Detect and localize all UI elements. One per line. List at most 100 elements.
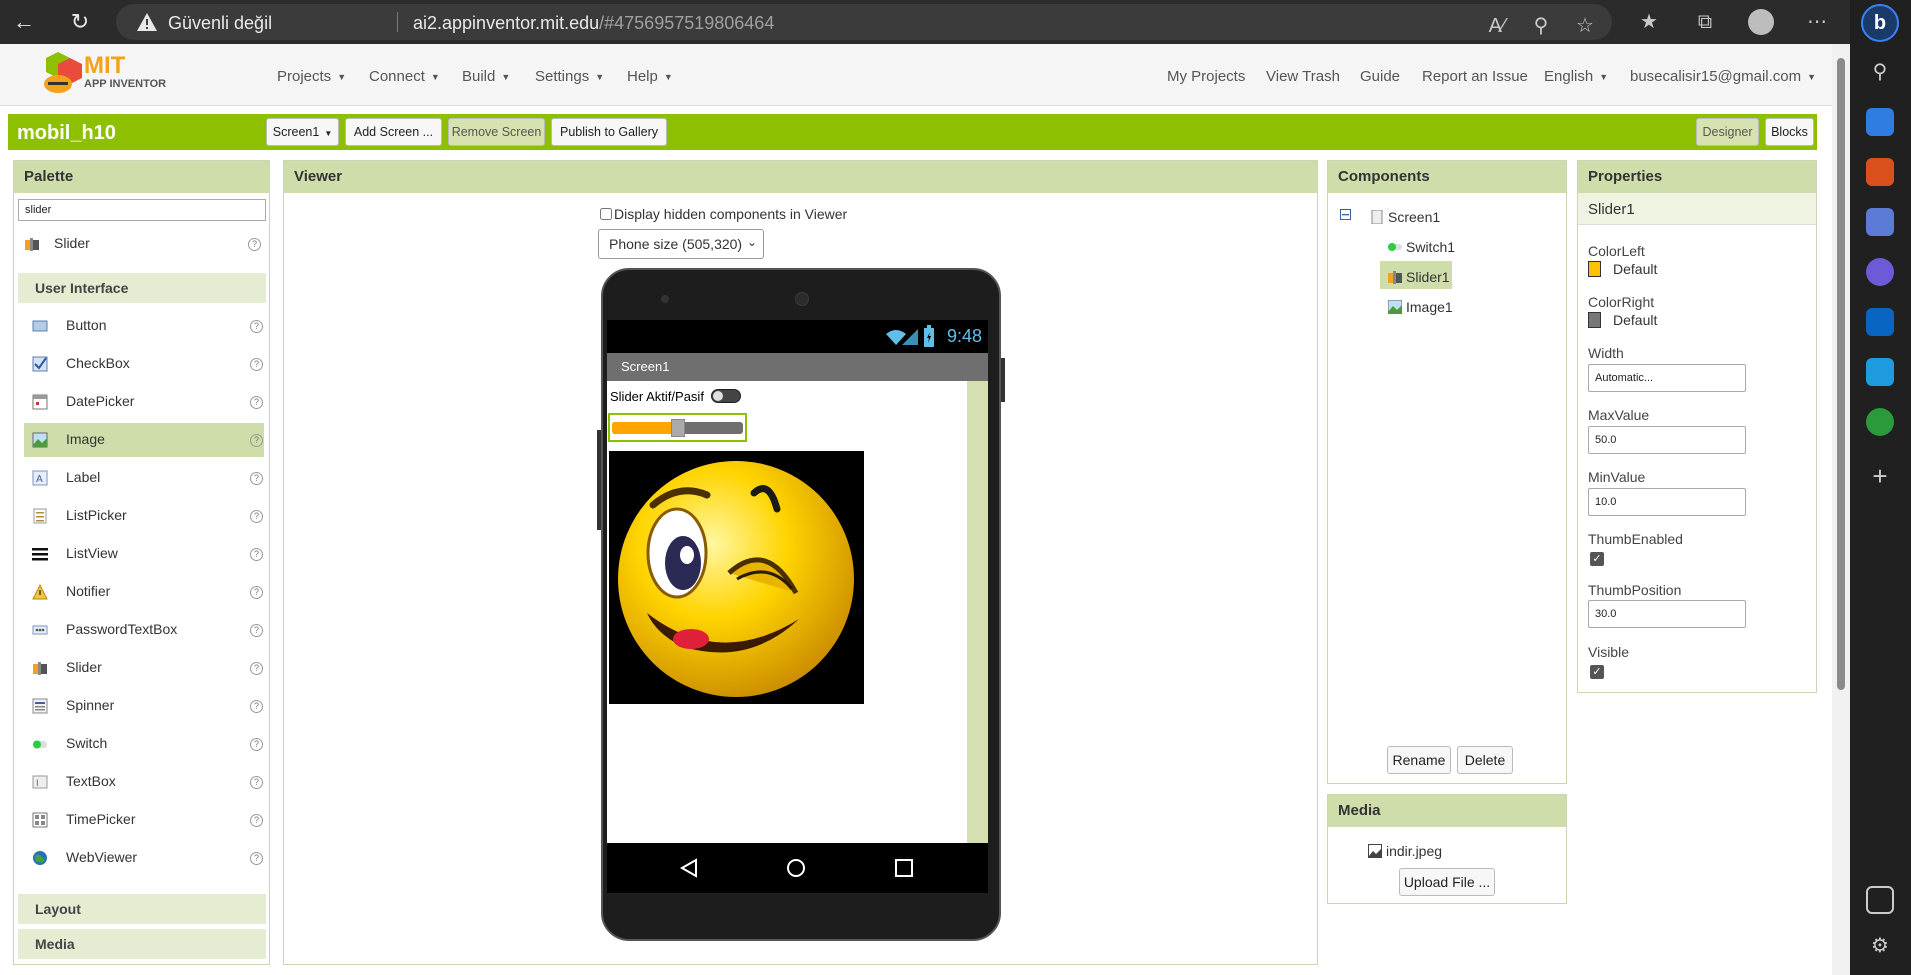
slider1-component[interactable] — [608, 413, 747, 442]
refresh-icon[interactable]: ↻ — [66, 8, 94, 36]
palette-item-image[interactable]: Image? — [24, 423, 264, 457]
tree-item-slider1[interactable]: Slider1 — [1388, 269, 1450, 285]
tree-collapse-icon[interactable] — [1340, 207, 1351, 223]
shopping-icon[interactable] — [1866, 108, 1894, 136]
tree-item-image1[interactable]: Image1 — [1388, 299, 1453, 315]
palette-item-checkbox[interactable]: CheckBox? — [24, 347, 264, 381]
palette-category-user-interface[interactable]: User Interface — [18, 273, 266, 303]
help-icon[interactable]: ? — [250, 320, 263, 333]
delete-button[interactable]: Delete — [1457, 746, 1513, 774]
menu-settings[interactable]: Settings ▼ — [535, 68, 604, 85]
menu-help[interactable]: Help ▼ — [627, 68, 673, 85]
help-icon[interactable]: ? — [250, 700, 263, 713]
help-icon[interactable]: ? — [250, 814, 263, 827]
image1-component[interactable] — [609, 451, 864, 704]
help-icon[interactable]: ? — [248, 238, 261, 251]
palette-item-timepicker[interactable]: TimePicker? — [24, 803, 264, 837]
display-hidden-checkbox-input[interactable] — [600, 208, 612, 220]
home-circle-icon[interactable] — [786, 858, 806, 878]
recents-square-icon[interactable] — [895, 859, 913, 877]
sidebar-toggle-icon[interactable] — [1866, 886, 1894, 914]
help-icon[interactable]: ? — [250, 472, 263, 485]
palette-search-input[interactable] — [18, 199, 266, 221]
help-icon[interactable]: ? — [250, 358, 263, 371]
palette-item-button[interactable]: Button? — [24, 309, 264, 343]
search-icon[interactable]: ⚲ — [1866, 58, 1894, 86]
bing-icon[interactable]: b — [1861, 4, 1899, 42]
tree-icon[interactable] — [1866, 408, 1894, 436]
scroll-thumb[interactable] — [1837, 58, 1845, 690]
palette-item-webviewer[interactable]: WebViewer? — [24, 841, 264, 875]
help-icon[interactable]: ? — [250, 434, 263, 447]
read-aloud-icon[interactable]: A⁄ — [1484, 13, 1510, 39]
help-icon[interactable]: ? — [250, 738, 263, 751]
palette-item-switch[interactable]: Switch? — [24, 727, 264, 761]
games-icon[interactable] — [1866, 208, 1894, 236]
page-scrollbar[interactable] — [1832, 44, 1850, 975]
view-trash-link[interactable]: View Trash — [1266, 68, 1340, 85]
account-menu[interactable]: busecalisir15@gmail.com ▼ — [1630, 68, 1816, 85]
send-icon[interactable] — [1866, 358, 1894, 386]
palette-category-layout[interactable]: Layout — [18, 894, 266, 924]
menu-projects[interactable]: Projects ▼ — [277, 68, 346, 85]
prop-visible-checkbox[interactable]: ✓ — [1590, 665, 1604, 679]
prop-thumbenabled-checkbox[interactable]: ✓ — [1590, 552, 1604, 566]
palette-item-textbox[interactable]: I TextBox? — [24, 765, 264, 799]
help-icon[interactable]: ? — [250, 624, 263, 637]
mit-app-inventor-logo[interactable]: MIT APP INVENTOR — [38, 52, 188, 98]
designer-button[interactable]: Designer — [1696, 118, 1759, 146]
palette-item-listpicker[interactable]: ListPicker? — [24, 499, 264, 533]
add-screen-button[interactable]: Add Screen ... — [345, 118, 442, 146]
screen-select[interactable]: Screen1 ▼ — [266, 118, 339, 146]
display-hidden-checkbox[interactable]: Display hidden components in Viewer — [600, 206, 847, 222]
palette-item-spinner[interactable]: Spinner? — [24, 689, 264, 723]
outlook-icon[interactable] — [1866, 308, 1894, 336]
prop-colorleft-picker[interactable]: Default — [1588, 261, 1657, 277]
more-icon[interactable]: ⋯ — [1804, 9, 1830, 35]
prop-width-input[interactable]: Automatic... — [1588, 364, 1746, 392]
tree-item-switch1[interactable]: Switch1 — [1388, 239, 1455, 255]
publish-gallery-button[interactable]: Publish to Gallery — [551, 118, 667, 146]
switch1-label[interactable]: Slider Aktif/Pasif — [610, 389, 704, 404]
prop-minvalue-input[interactable]: 10.0 — [1588, 488, 1746, 516]
palette-item-slider[interactable]: Slider? — [24, 651, 264, 685]
palette-item-notifier[interactable]: Notifier? — [24, 575, 264, 609]
help-icon[interactable]: ? — [250, 776, 263, 789]
slider-thumb[interactable] — [671, 419, 685, 437]
tree-item-screen1[interactable]: Screen1 — [1370, 209, 1440, 225]
address-bar[interactable]: Güvenli değil ai2.appinventor.mit.edu/#4… — [116, 4, 1612, 40]
tools-icon[interactable] — [1866, 158, 1894, 186]
prop-maxvalue-input[interactable]: 50.0 — [1588, 426, 1746, 454]
switch1-toggle[interactable] — [711, 389, 741, 403]
palette-item-listview[interactable]: ListView? — [24, 537, 264, 571]
settings-gear-icon[interactable]: ⚙ — [1866, 932, 1894, 960]
help-icon[interactable]: ? — [250, 510, 263, 523]
menu-connect[interactable]: Connect ▼ — [369, 68, 440, 85]
collections-icon[interactable]: ⧉ — [1692, 9, 1718, 35]
my-projects-link[interactable]: My Projects — [1167, 68, 1245, 85]
guide-link[interactable]: Guide — [1360, 68, 1400, 85]
palette-search-result-slider[interactable]: Slider ? — [16, 227, 261, 261]
back-triangle-icon[interactable] — [680, 858, 698, 878]
report-issue-link[interactable]: Report an Issue — [1422, 68, 1528, 85]
remove-screen-button[interactable]: Remove Screen — [448, 118, 545, 146]
prop-thumbposition-input[interactable]: 30.0 — [1588, 600, 1746, 628]
phone-size-select[interactable]: Phone size (505,320) ⌄ — [598, 229, 764, 259]
help-icon[interactable]: ? — [250, 586, 263, 599]
back-icon[interactable]: ← — [10, 8, 38, 36]
favorites-icon[interactable]: ★ — [1636, 9, 1662, 35]
palette-item-passwordtextbox[interactable]: PasswordTextBox? — [24, 613, 264, 647]
zoom-out-icon[interactable]: ⚲ — [1528, 13, 1554, 39]
add-favorite-icon[interactable]: ☆ — [1572, 13, 1598, 39]
palette-category-media[interactable]: Media — [18, 929, 266, 959]
help-icon[interactable]: ? — [250, 396, 263, 409]
help-icon[interactable]: ? — [250, 548, 263, 561]
rename-button[interactable]: Rename — [1387, 746, 1451, 774]
help-icon[interactable]: ? — [250, 662, 263, 675]
language-menu[interactable]: English ▼ — [1544, 68, 1608, 85]
add-icon[interactable]: + — [1866, 462, 1894, 490]
menu-build[interactable]: Build ▼ — [462, 68, 510, 85]
profile-icon[interactable] — [1748, 9, 1774, 35]
help-icon[interactable]: ? — [250, 852, 263, 865]
upload-file-button[interactable]: Upload File ... — [1399, 868, 1495, 896]
